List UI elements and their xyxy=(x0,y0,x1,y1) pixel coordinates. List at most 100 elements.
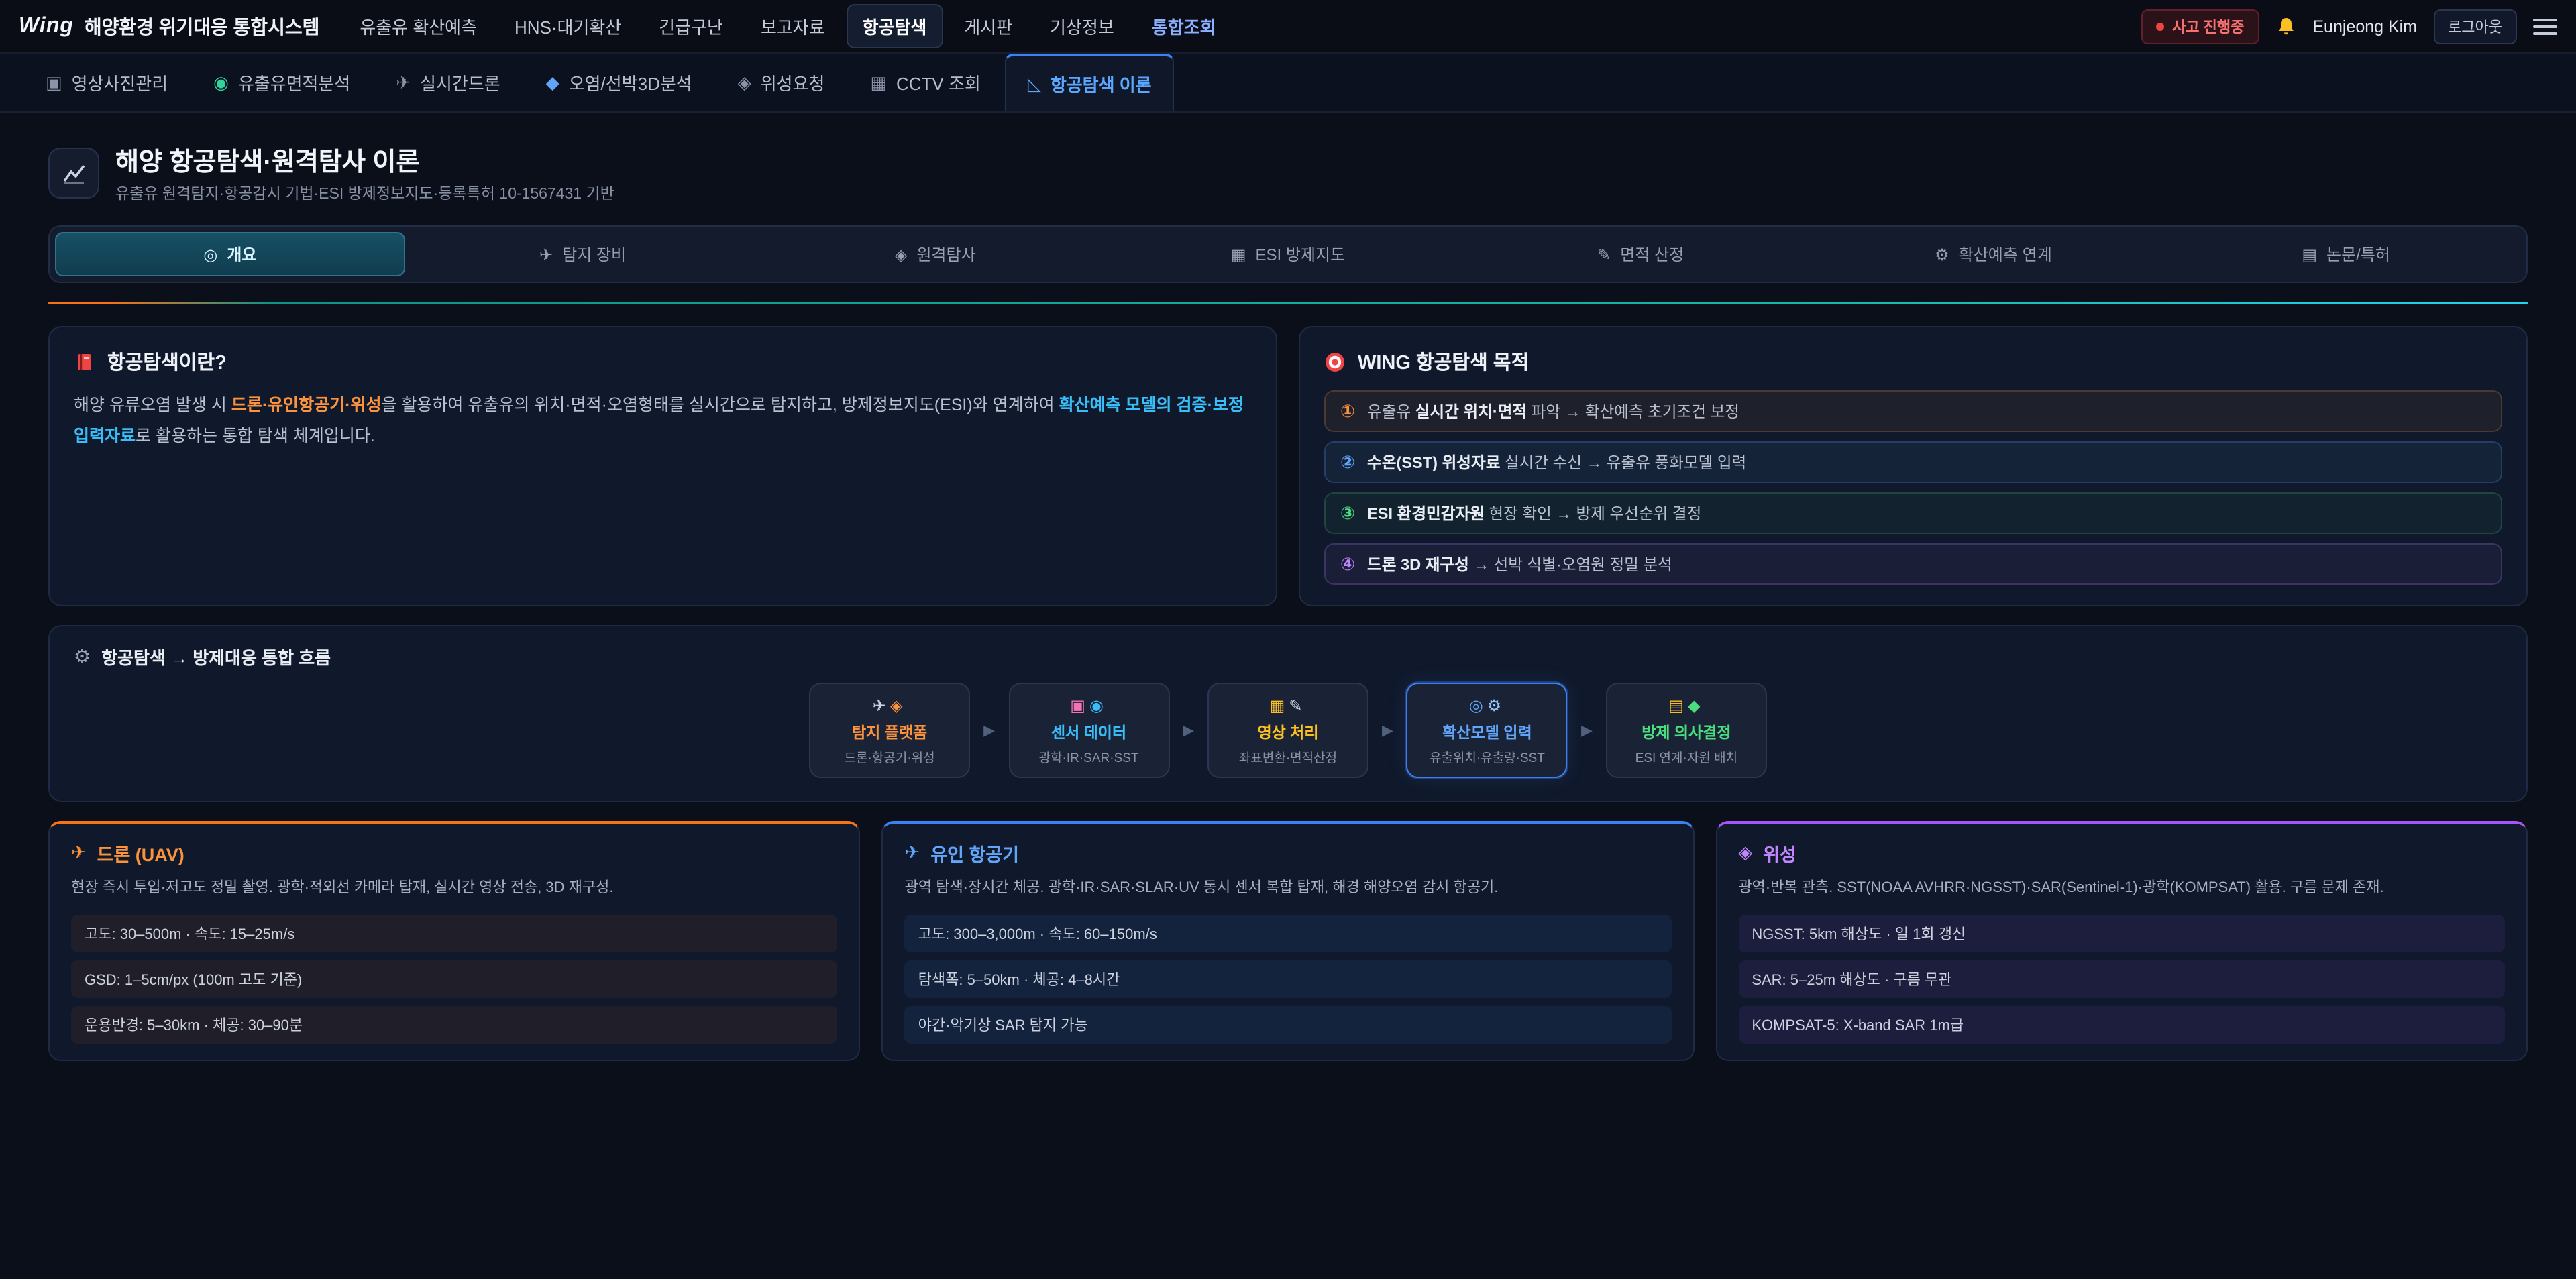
page-subtitle: 유출유 원격탐지·항공감시 기법·ESI 방제정보지도·등록특허 10-1567… xyxy=(115,182,614,204)
spec-row: 운용반경: 5–30km · 체공: 30–90분 xyxy=(71,1005,838,1043)
gear-icon: ⚙ xyxy=(74,645,91,668)
image-icon: ▣ xyxy=(46,72,62,93)
subnav-pollution-ship-3d-analysis[interactable]: ◆ 오염/선박3D분석 xyxy=(525,54,714,111)
analysis-icon: ◉ xyxy=(213,72,229,93)
subnav-image-photo-management[interactable]: ▣ 영상사진관리 xyxy=(24,54,189,111)
satellite-card: ◈ 위성 광역·반복 관측. SST(NOAA AVHRR·NGSST)·SAR… xyxy=(1715,821,2528,1060)
tab-label: 개요 xyxy=(227,243,256,266)
flow-title-row: ⚙ 항공탐색 → 방제대응 통합 흐름 xyxy=(74,644,2502,669)
flow-step-sub: 광학·IR·SAR·SST xyxy=(1020,747,1157,766)
overview-text: 로 활용하는 통합 탐색 체계입니다. xyxy=(136,427,375,445)
decision-icons: ▤◆ xyxy=(1618,696,1755,715)
main-nav: 유출유 확산예측 HNS·대기확산 긴급구난 보고자료 항공탐색 게시판 기상정… xyxy=(343,4,1232,48)
flow-arrow-icon: ▶ xyxy=(983,722,995,739)
tab-label: 원격탐사 xyxy=(916,243,975,266)
item-number-icon: ② xyxy=(1340,451,1355,473)
manned-aircraft-card: ✈ 유인 항공기 광역 탐색·장시간 체공. 광학·IR·SAR·SLAR·UV… xyxy=(882,821,1695,1060)
tab-remote-sensing[interactable]: ◈ 원격탐사 xyxy=(760,232,1110,276)
flow-step-sub: 유출위치·유출량·SST xyxy=(1419,747,1556,766)
tab-label: 탐지 장비 xyxy=(562,243,626,266)
platform-name: 유인 항공기 xyxy=(930,840,1019,867)
overview-highlight-platforms: 드론·유인항공기·위성 xyxy=(231,396,382,414)
platform-name: 위성 xyxy=(1763,840,1796,867)
gradient-divider xyxy=(48,302,2528,304)
tab-label: 면적 산정 xyxy=(1620,243,1684,266)
subnav-label: 오염/선박3D분석 xyxy=(569,70,692,95)
flow-step-label: 방제 의사결정 xyxy=(1618,722,1755,743)
sub-navigation-bar: ▣ 영상사진관리 ◉ 유출유면적분석 ✈ 실시간드론 ◆ 오염/선박3D분석 ◈… xyxy=(0,54,2576,113)
spec-row: SAR: 5–25m 해상도 · 구름 무관 xyxy=(1738,960,2505,997)
tab-esi-map[interactable]: ▦ ESI 방제지도 xyxy=(1113,232,1463,276)
spec-row: 고도: 30–500m · 속도: 15–25m/s xyxy=(71,914,838,952)
tab-papers-patents[interactable]: ▤ 논문/특허 xyxy=(2171,232,2521,276)
nav-emergency-rescue[interactable]: 긴급구난 xyxy=(643,4,739,48)
tab-area-calculation[interactable]: ✎ 면적 산정 xyxy=(1466,232,1816,276)
overview-text: 을 활용하여 유출유의 위치·면적·오염형태를 실시간으로 탐지하고, 방제정보… xyxy=(381,396,1059,414)
flow-step-sub: 좌표변환·면적산정 xyxy=(1220,747,1356,766)
nav-oil-spill-prediction[interactable]: 유출유 확산예측 xyxy=(343,4,493,48)
drone-card-header: ✈ 드론 (UAV) xyxy=(71,840,838,867)
subnav-aerial-search-theory[interactable]: ◺ 항공탐색 이론 xyxy=(1005,54,1175,111)
overview-card: 항공탐색이란? 해양 유류오염 발생 시 드론·유인항공기·위성을 활용하여 유… xyxy=(48,326,1277,606)
incident-badge-label: 사고 진행중 xyxy=(2172,15,2244,37)
purpose-item-text: 유출유 실시간 위치·면적 파악 → 확산예측 초기조건 보정 xyxy=(1367,400,1739,423)
tab-prediction-link[interactable]: ⚙ 확산예측 연계 xyxy=(1819,232,2169,276)
flow-step-sub: 드론·항공기·위성 xyxy=(821,747,958,766)
platform-icons: ✈◈ xyxy=(821,696,958,715)
drone-card: ✈ 드론 (UAV) 현장 즉시 투입·저고도 정밀 촬영. 광학·적외선 카메… xyxy=(48,821,861,1060)
chart-icon xyxy=(60,160,87,186)
tab-detection-equipment[interactable]: ✈ 탐지 장비 xyxy=(408,232,758,276)
flow-step-image-processing: ▦✎ 영상 처리 좌표변환·면적산정 xyxy=(1208,683,1368,778)
sensor-icons: ▣◉ xyxy=(1020,696,1157,715)
platform-description: 현장 즉시 투입·저고도 정밀 촬영. 광학·적외선 카메라 탑재, 실시간 영… xyxy=(71,877,838,901)
nav-board[interactable]: 게시판 xyxy=(948,4,1028,48)
platform-cards-row: ✈ 드론 (UAV) 현장 즉시 투입·저고도 정밀 촬영. 광학·적외선 카메… xyxy=(48,821,2528,1060)
logout-button[interactable]: 로그아웃 xyxy=(2433,9,2517,44)
nav-weather-info[interactable]: 기상정보 xyxy=(1034,4,1130,48)
spec-row: 탐색폭: 5–50km · 체공: 4–8시간 xyxy=(905,960,1672,997)
spec-row: GSD: 1–5cm/px (100m 고도 기준) xyxy=(71,960,838,997)
aircraft-card-header: ✈ 유인 항공기 xyxy=(905,840,1672,867)
flow-diagram: ✈◈ 탐지 플랫폼 드론·항공기·위성 ▶ ▣◉ 센서 데이터 광학·IR·SA… xyxy=(74,683,2502,778)
overview-card-header: 항공탐색이란? xyxy=(74,347,1252,376)
purpose-card-header: WING 항공탐색 목적 xyxy=(1324,347,2502,376)
flow-step-label: 센서 데이터 xyxy=(1020,722,1157,743)
flow-step-sub: ESI 연계·자원 배치 xyxy=(1618,747,1755,766)
flow-step-label: 확산모델 입력 xyxy=(1419,722,1556,743)
overview-body: 해양 유류오염 발생 시 드론·유인항공기·위성을 활용하여 유출유의 위치·면… xyxy=(74,390,1252,453)
subnav-satellite-request[interactable]: ◈ 위성요청 xyxy=(716,54,847,111)
topbar-right: 사고 진행중 Eunjeong Kim 로그아웃 xyxy=(2141,9,2557,44)
subnav-label: 영상사진관리 xyxy=(72,70,168,95)
bell-icon xyxy=(2275,15,2296,37)
notifications-button[interactable] xyxy=(2275,15,2296,37)
tab-overview[interactable]: ◎ 개요 xyxy=(55,232,405,276)
incident-status-badge[interactable]: 사고 진행중 xyxy=(2141,9,2259,44)
airplane-icon: ✈ xyxy=(905,842,920,864)
spec-row: KOMPSAT-5: X-band SAR 1m급 xyxy=(1738,1005,2505,1043)
spec-row: 고도: 300–3,000m · 속도: 60–150m/s xyxy=(905,914,1672,952)
subnav-realtime-drone[interactable]: ✈ 실시간드론 xyxy=(374,54,521,111)
hamburger-menu-icon[interactable] xyxy=(2533,14,2557,38)
pencil-icon: ✎ xyxy=(1597,245,1611,264)
cctv-icon: ▦ xyxy=(870,72,887,93)
overview-text: 해양 유류오염 발생 시 xyxy=(74,396,231,414)
subnav-cctv-view[interactable]: ▦ CCTV 조회 xyxy=(849,54,1002,111)
nav-hns-air-diffusion[interactable]: HNS·대기확산 xyxy=(498,4,637,48)
satellite-icon: ◈ xyxy=(895,245,907,264)
flow-step-response-decision: ▤◆ 방제 의사결정 ESI 연계·자원 배치 xyxy=(1606,683,1767,778)
platform-description: 광역·반복 관측. SST(NOAA AVHRR·NGSST)·SAR(Sent… xyxy=(1738,877,2505,901)
brand[interactable]: Wing 해양환경 위기대응 통합시스템 xyxy=(19,13,319,40)
subnav-oil-area-analysis[interactable]: ◉ 유출유면적분석 xyxy=(192,54,372,111)
flow-arrow-icon: ▶ xyxy=(1382,722,1393,739)
app-title: 해양환경 위기대응 통합시스템 xyxy=(85,13,319,40)
item-number-icon: ③ xyxy=(1340,502,1355,524)
flow-arrow-icon: ▶ xyxy=(1183,722,1194,739)
nav-reports[interactable]: 보고자료 xyxy=(745,4,841,48)
item-number-icon: ④ xyxy=(1340,553,1355,575)
subnav-label: 실시간드론 xyxy=(420,70,500,95)
subnav-label: 유출유면적분석 xyxy=(238,70,350,95)
app-logo: Wing xyxy=(19,14,74,38)
nav-aerial-search[interactable]: 항공탐색 xyxy=(847,4,943,48)
overview-icon: ◎ xyxy=(203,245,217,264)
nav-integrated-search[interactable]: 통합조회 xyxy=(1136,4,1232,48)
